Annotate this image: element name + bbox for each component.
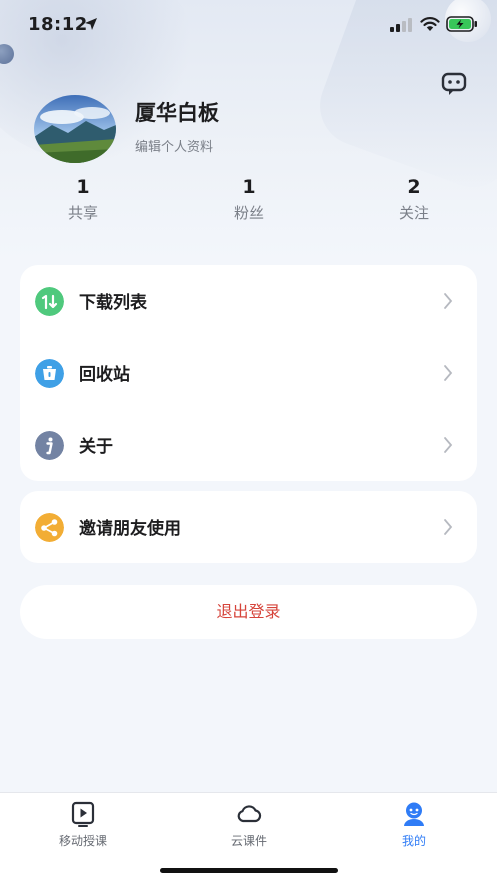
location-arrow-icon <box>85 18 97 30</box>
status-bar: 18:12 <box>0 0 497 50</box>
edit-profile-link[interactable]: 编辑个人资料 <box>135 136 213 155</box>
wifi-icon <box>420 17 440 31</box>
stat-value: 1 <box>242 176 256 198</box>
chevron-right-icon <box>444 519 453 535</box>
menu-item-label: 回收站 <box>79 365 130 385</box>
tab-cloud-courseware[interactable]: 云课件 <box>189 801 309 849</box>
menu-item-about[interactable]: 关于 <box>20 409 477 481</box>
tab-label: 移动授课 <box>58 834 107 848</box>
profile-stats: 1 共享 1 粉丝 2 关注 <box>0 176 497 232</box>
stat-following[interactable]: 2 关注 <box>354 176 474 223</box>
stat-label: 共享 <box>67 204 98 222</box>
play-board-icon <box>71 801 95 827</box>
stat-followers[interactable]: 1 粉丝 <box>189 176 309 223</box>
share-icon <box>35 513 64 542</box>
home-indicator[interactable] <box>160 868 338 873</box>
stat-label: 关注 <box>398 204 429 222</box>
profile-icon <box>404 802 424 826</box>
chevron-right-icon <box>444 293 453 309</box>
stat-label: 粉丝 <box>233 204 264 222</box>
tab-label: 云课件 <box>230 834 267 848</box>
tab-mine[interactable]: 我的 <box>354 801 474 849</box>
stat-value: 1 <box>76 176 90 198</box>
tab-label: 我的 <box>401 834 426 848</box>
recycle-bin-icon <box>35 359 64 388</box>
download-list-icon <box>35 287 64 316</box>
message-icon[interactable] <box>440 70 468 98</box>
menu-item-invite-friends[interactable]: 邀请朋友使用 <box>20 491 477 563</box>
stat-value: 2 <box>407 176 421 198</box>
menu-item-label: 邀请朋友使用 <box>79 519 181 539</box>
cellular-signal-icon <box>390 18 412 32</box>
info-icon <box>35 431 64 460</box>
avatar[interactable] <box>34 95 116 163</box>
cloud-icon <box>237 805 262 823</box>
stat-shares[interactable]: 1 共享 <box>23 176 143 223</box>
chevron-right-icon <box>444 437 453 453</box>
battery-charging-icon <box>446 16 477 32</box>
menu-item-recycle-bin[interactable]: 回收站 <box>20 337 477 409</box>
menu-item-label: 关于 <box>79 437 113 457</box>
menu-item-download-list[interactable]: 下载列表 <box>20 265 477 337</box>
profile-name: 厦华白板 <box>135 101 219 125</box>
menu-card: 下载列表 回收站 关于 <box>20 265 477 481</box>
chevron-right-icon <box>444 365 453 381</box>
menu-item-label: 下载列表 <box>79 293 147 313</box>
logout-button[interactable]: 退出登录 <box>20 585 477 639</box>
invite-card: 邀请朋友使用 <box>20 491 477 563</box>
status-time: 18:12 <box>28 14 88 35</box>
tab-mobile-teaching[interactable]: 移动授课 <box>23 801 143 849</box>
